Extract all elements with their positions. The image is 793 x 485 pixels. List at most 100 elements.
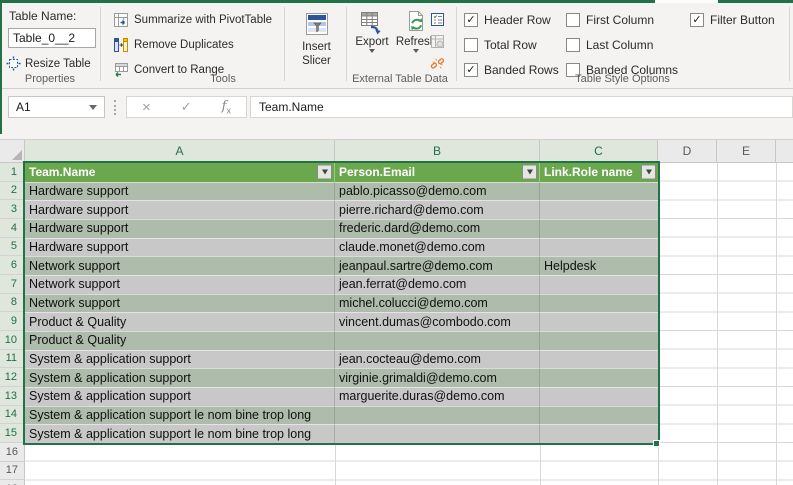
cell-A12[interactable]: System & application support bbox=[25, 368, 335, 387]
cell-B9[interactable]: vincent.dumas@combodo.com bbox=[335, 312, 540, 331]
cell-C13[interactable] bbox=[540, 387, 658, 406]
cell-C11[interactable] bbox=[540, 350, 658, 369]
cell-C2[interactable] bbox=[540, 182, 658, 201]
cell-C8[interactable] bbox=[540, 294, 658, 313]
external-data-mini-buttons bbox=[429, 11, 445, 71]
filter-button-team-name[interactable] bbox=[317, 165, 332, 180]
cell-C15[interactable] bbox=[540, 424, 658, 443]
column-header-C[interactable]: C bbox=[540, 140, 658, 163]
table-row-7: Network supportjean.ferrat@demo.com bbox=[25, 275, 658, 294]
unlink-button[interactable] bbox=[429, 55, 445, 71]
filter-button-person-email[interactable] bbox=[522, 165, 537, 180]
column-header-D[interactable]: D bbox=[658, 140, 717, 163]
row-header-9[interactable]: 9 bbox=[0, 312, 25, 331]
row-header-13[interactable]: 13 bbox=[0, 387, 25, 406]
column-header-E[interactable]: E bbox=[717, 140, 776, 163]
cell-B14[interactable] bbox=[335, 406, 540, 425]
data-range-properties-button[interactable] bbox=[429, 11, 445, 27]
cancel-icon[interactable] bbox=[142, 99, 151, 116]
cell-A10[interactable]: Product & Quality bbox=[25, 331, 335, 350]
checkbox-first-column[interactable]: First Column bbox=[566, 11, 678, 29]
cell-C1[interactable]: Link.Role name bbox=[540, 163, 658, 182]
cell-A5[interactable]: Hardware support bbox=[25, 238, 335, 257]
table-row-2: Hardware supportpablo.picasso@demo.com bbox=[25, 182, 658, 201]
cell-A9[interactable]: Product & Quality bbox=[25, 312, 335, 331]
cell-A3[interactable]: Hardware support bbox=[25, 200, 335, 219]
cell-C12[interactable] bbox=[540, 368, 658, 387]
cell-B3[interactable]: pierre.richard@demo.com bbox=[335, 200, 540, 219]
table-header-link-role-name: Link.Role name bbox=[544, 165, 633, 179]
row-header-16[interactable]: 16 bbox=[0, 443, 25, 462]
checkbox-total-row[interactable]: Total Row bbox=[464, 36, 559, 54]
remove-duplicates-button[interactable]: Remove Duplicates bbox=[113, 37, 234, 53]
cell-A6[interactable]: Network support bbox=[25, 256, 335, 275]
resize-table-button[interactable]: Resize Table bbox=[6, 56, 91, 71]
column-header-A[interactable]: A bbox=[25, 140, 335, 163]
cell-A15[interactable]: System & application support le nom bine… bbox=[25, 424, 335, 443]
table-row-6: Network supportjeanpaul.sartre@demo.comH… bbox=[25, 256, 658, 275]
cell-C5[interactable] bbox=[540, 238, 658, 257]
row-header-14[interactable]: 14 bbox=[0, 406, 25, 425]
cell-B1[interactable]: Person.Email bbox=[335, 163, 540, 182]
cell-A7[interactable]: Network support bbox=[25, 275, 335, 294]
cell-A11[interactable]: System & application support bbox=[25, 350, 335, 369]
group-separator bbox=[346, 7, 347, 81]
row-header-18[interactable]: 18 bbox=[0, 480, 25, 485]
checkbox-last-column[interactable]: Last Column bbox=[566, 36, 678, 54]
row-header-7[interactable]: 7 bbox=[0, 275, 25, 294]
row-header-11[interactable]: 11 bbox=[0, 350, 25, 369]
cell-A1[interactable]: Team.Name bbox=[25, 163, 335, 182]
cell-B6[interactable]: jeanpaul.sartre@demo.com bbox=[335, 256, 540, 275]
cell-C7[interactable] bbox=[540, 275, 658, 294]
cell-A13[interactable]: System & application support bbox=[25, 387, 335, 406]
cell-C9[interactable] bbox=[540, 312, 658, 331]
row-header-6[interactable]: 6 bbox=[0, 256, 25, 275]
insert-slicer-button[interactable]: Insert Slicer bbox=[289, 9, 344, 83]
formula-input[interactable]: Team.Name bbox=[250, 96, 793, 118]
cell-B15[interactable] bbox=[335, 424, 540, 443]
row-header-15[interactable]: 15 bbox=[0, 424, 25, 443]
row-header-10[interactable]: 10 bbox=[0, 331, 25, 350]
summarize-with-pivottable-button[interactable]: Summarize with PivotTable bbox=[113, 12, 272, 28]
cell-B4[interactable]: frederic.dard@demo.com bbox=[335, 219, 540, 238]
row-header-12[interactable]: 12 bbox=[0, 368, 25, 387]
row-header-3[interactable]: 3 bbox=[0, 200, 25, 219]
cell-C14[interactable] bbox=[540, 406, 658, 425]
cell-B8[interactable]: michel.colucci@demo.com bbox=[335, 294, 540, 313]
row-header-1[interactable]: 1 bbox=[0, 163, 25, 182]
cell-B11[interactable]: jean.cocteau@demo.com bbox=[335, 350, 540, 369]
cell-B7[interactable]: jean.ferrat@demo.com bbox=[335, 275, 540, 294]
insert-function-icon[interactable]: fx bbox=[222, 98, 231, 116]
select-all-button[interactable] bbox=[0, 140, 25, 163]
cell-B2[interactable]: pablo.picasso@demo.com bbox=[335, 182, 540, 201]
checkbox-header-row[interactable]: ✓Header Row bbox=[464, 11, 559, 29]
cell-A14[interactable]: System & application support le nom bine… bbox=[25, 406, 335, 425]
cell-C3[interactable] bbox=[540, 200, 658, 219]
cell-B13[interactable]: marguerite.duras@demo.com bbox=[335, 387, 540, 406]
name-box-dropdown-icon[interactable] bbox=[89, 105, 97, 110]
enter-icon[interactable] bbox=[181, 99, 192, 115]
row-header-17[interactable]: 17 bbox=[0, 462, 25, 481]
cell-A4[interactable]: Hardware support bbox=[25, 219, 335, 238]
fill-handle[interactable] bbox=[653, 440, 660, 447]
column-header-B[interactable]: B bbox=[335, 140, 540, 163]
excel-window: Table Name: Resize Table Properties bbox=[0, 0, 793, 485]
cell-C6[interactable]: Helpdesk bbox=[540, 256, 658, 275]
row-header-2[interactable]: 2 bbox=[0, 182, 25, 201]
table-row-4: Hardware supportfrederic.dard@demo.com bbox=[25, 219, 658, 238]
row-header-8[interactable]: 8 bbox=[0, 294, 25, 313]
cell-C4[interactable] bbox=[540, 219, 658, 238]
cell-B12[interactable]: virginie.grimaldi@demo.com bbox=[335, 368, 540, 387]
cell-A8[interactable]: Network support bbox=[25, 294, 335, 313]
cell-A2[interactable]: Hardware support bbox=[25, 182, 335, 201]
checkbox-filter-button[interactable]: ✓Filter Button bbox=[690, 11, 775, 29]
cell-C10[interactable] bbox=[540, 331, 658, 350]
cell-B10[interactable] bbox=[335, 331, 540, 350]
filter-button-link-role-name[interactable] bbox=[641, 165, 656, 180]
cell-B5[interactable]: claude.monet@demo.com bbox=[335, 238, 540, 257]
row-header-4[interactable]: 4 bbox=[0, 219, 25, 238]
export-button[interactable]: Export bbox=[351, 10, 393, 53]
table-name-input[interactable] bbox=[8, 28, 96, 48]
row-header-5[interactable]: 5 bbox=[0, 238, 25, 257]
group-label-properties: Properties bbox=[0, 73, 100, 85]
